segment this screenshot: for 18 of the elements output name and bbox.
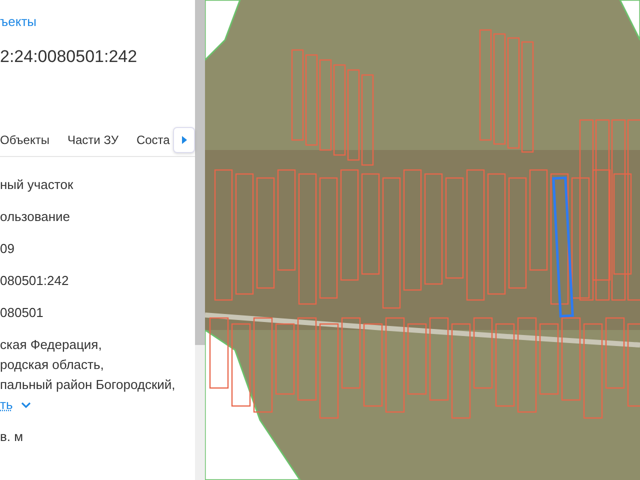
tab[interactable]: Части ЗУ [68, 130, 118, 148]
field-value: ользование [0, 208, 72, 226]
tab[interactable]: Объекты [0, 130, 50, 148]
field-value: в. м [0, 428, 24, 446]
map-drawing[interactable] [205, 0, 640, 480]
expand-link[interactable]: ть [0, 395, 31, 415]
tab[interactable]: Соста [136, 130, 170, 148]
field-value: 09 [0, 240, 16, 258]
field-value: 080501 [0, 304, 44, 322]
field-value: ный участок [0, 176, 74, 194]
chevron-down-icon [20, 402, 31, 408]
address-text: ская Федерация, родская область, пальный район Богородский, [0, 336, 176, 394]
scroll-right-button[interactable] [173, 127, 195, 153]
back-link[interactable]: ъекты [0, 12, 195, 32]
triangle-right-icon [182, 136, 186, 144]
scrollbar-thumb[interactable] [195, 0, 205, 345]
field-value: 080501:242 [0, 272, 70, 290]
cadastral-number: 2:24:0080501:242 [0, 46, 138, 68]
